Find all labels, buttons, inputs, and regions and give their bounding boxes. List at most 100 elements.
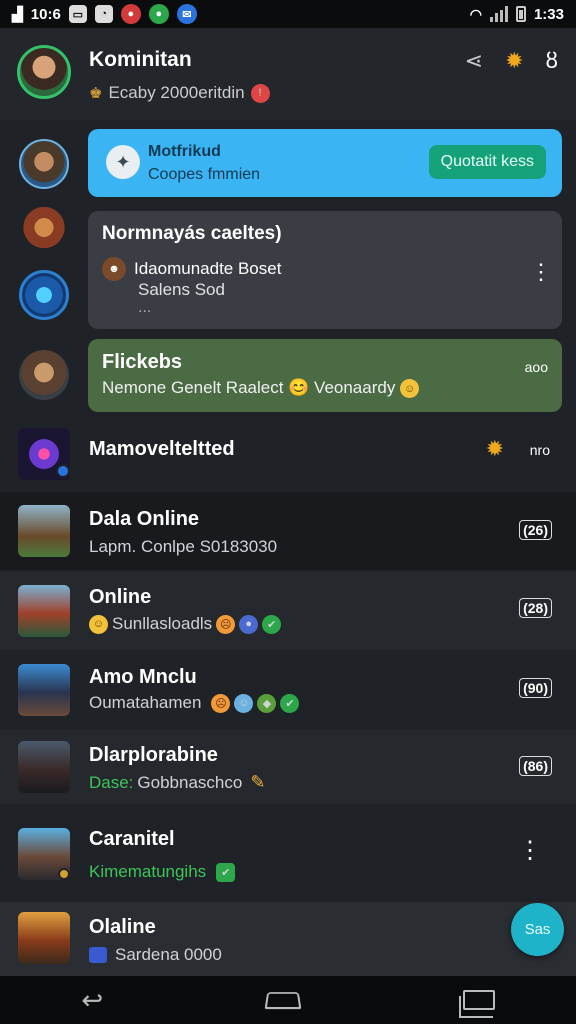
list-item-title: Amo Mnclu xyxy=(89,666,197,688)
character-icon: ☻ xyxy=(102,257,126,281)
info-card[interactable]: Normnayás caeltes) ☻ Idaomunadte Boset S… xyxy=(88,211,562,329)
status-bar: ▟ 10:6 ▭ ◔ ● ● ✉ ◠ 1:33 xyxy=(0,0,576,28)
notification-b-icon: ◔ xyxy=(94,5,113,23)
list-item-subtitle: ☺ Sunllasloadls ☹ ● ✔ xyxy=(89,614,282,634)
battery-icon xyxy=(515,6,526,22)
count-badge: (26) xyxy=(519,520,552,540)
navigation-bar: ↩ xyxy=(0,976,576,1024)
app-header: Kominitan ♚ Ecaby 2000eritdin ! ⋖ ✹ ȣ xyxy=(0,28,576,120)
list-item-title: Dala Online xyxy=(89,508,200,530)
floating-action-button[interactable]: Sas xyxy=(511,903,564,956)
blue-emoji-icon: ● xyxy=(239,614,259,634)
status-left-text: 10:6 xyxy=(30,5,61,23)
list-item-title: Olaline xyxy=(89,916,156,938)
wifi-icon: ◠ xyxy=(469,5,482,22)
profile-avatar[interactable] xyxy=(17,45,71,99)
info-card-line2: Salens Sod xyxy=(138,280,225,299)
list-item-title: Mamovelteltted xyxy=(89,438,235,460)
gear-badge-icon: ✹ xyxy=(485,436,504,461)
smile-emoji-icon: ☺ xyxy=(400,379,420,399)
signal-icon xyxy=(489,6,508,22)
list-item-subtitle-prefix: Dase: xyxy=(89,772,134,792)
game-thumbnail xyxy=(18,664,70,716)
avatar[interactable] xyxy=(19,139,69,189)
gem-emoji-icon: ◆ xyxy=(257,693,277,713)
friends-icon[interactable]: ȣ xyxy=(546,48,558,74)
avatar[interactable] xyxy=(19,270,69,320)
page-title: Kominitan xyxy=(89,48,192,71)
list-item-subtitle-text: Gobbnaschco xyxy=(137,772,243,792)
avatar[interactable] xyxy=(19,350,69,400)
settings-gear-icon[interactable]: ✹ xyxy=(505,48,523,74)
highlight-card[interactable]: Flickebs Nemone Genelt Raalect 😊 Veonaar… xyxy=(88,339,562,412)
online-indicator-icon xyxy=(58,868,70,880)
info-card-line3: ... xyxy=(138,299,152,316)
list-item[interactable]: Olaline Sardena 0000 xyxy=(0,902,576,976)
cool-emoji-icon: ☺ xyxy=(234,693,254,713)
list-item-subtitle-text: Kimematungihs xyxy=(89,862,207,881)
smile-emoji-icon: ☺ xyxy=(89,614,108,634)
more-options-icon[interactable]: ⋮ xyxy=(518,836,542,865)
list-item[interactable]: Caranitel Kimematungihs ✔ ⋮ xyxy=(0,806,576,900)
list-item-subtitle-text: Sardena 0000 xyxy=(115,945,222,964)
clock: 1:33 xyxy=(533,5,564,23)
share-icon[interactable]: ⋖ xyxy=(465,48,483,74)
list-item-meta: nro xyxy=(529,442,550,458)
info-card-line1: Idaomunadte Boset xyxy=(134,259,282,278)
angry-emoji-icon: ☹ xyxy=(211,693,231,713)
list-item-title: Dlarplorabine xyxy=(89,744,218,766)
list-item-subtitle-text: Sunllasloadls xyxy=(112,614,213,633)
header-subtitle-text: Ecaby 2000eritdin xyxy=(108,83,245,102)
highlight-title: Flickebs xyxy=(102,351,183,373)
trophy-icon: ♚ xyxy=(89,85,103,102)
online-indicator-icon xyxy=(56,464,70,478)
count-badge: (90) xyxy=(519,678,552,698)
gallery-icon: ▟ xyxy=(12,5,23,22)
check-emoji-icon: ✔ xyxy=(262,614,282,634)
promo-title: Motfrikud xyxy=(148,143,221,160)
shield-icon: ✦ xyxy=(106,145,140,179)
promo-card[interactable]: ✦ Motfrikud Coopes fmmien Quotatit kess xyxy=(88,129,562,197)
highlight-subtitle: Nemone Genelt Raalect 😊 Veonaardy ☺ xyxy=(102,378,420,399)
list-item-subtitle: Sardena 0000 xyxy=(89,945,222,965)
list-item-subtitle: Kimematungihs ✔ xyxy=(89,862,236,882)
feather-icon: ✎ xyxy=(250,772,266,792)
list-item-subtitle: Oumatahamen ☹ ☺ ◆ ✔ xyxy=(89,693,300,713)
game-thumbnail xyxy=(18,912,70,964)
alert-badge-icon: ! xyxy=(250,83,270,103)
notification-a-icon: ▭ xyxy=(68,5,87,23)
highlight-subtitle-text: Nemone Genelt Raalect 😊 Veonaardy xyxy=(102,378,396,397)
game-thumbnail xyxy=(18,741,70,793)
count-badge: (86) xyxy=(519,756,552,776)
calendar-icon xyxy=(89,947,107,963)
header-subtitle: ♚ Ecaby 2000eritdin ! xyxy=(89,83,270,103)
check-emoji-icon: ✔ xyxy=(216,862,236,882)
list-item[interactable]: Mamovelteltted ✹ nro xyxy=(0,418,576,490)
back-icon[interactable]: ↩ xyxy=(81,985,103,1016)
list-item-subtitle-text: Oumatahamen xyxy=(89,693,202,712)
promo-action-button[interactable]: Quotatit kess xyxy=(428,145,546,179)
list-item[interactable]: Amo Mnclu Oumatahamen ☹ ☺ ◆ ✔ (90) xyxy=(0,652,576,728)
game-thumbnail xyxy=(18,585,70,637)
list-item[interactable]: Online ☺ Sunllasloadls ☹ ● ✔ (28) xyxy=(0,572,576,650)
list-item[interactable]: Dala Online Lapm. Conlpe S0183030 (26) xyxy=(0,492,576,570)
list-item-title: Online xyxy=(89,586,152,608)
check-emoji-icon: ✔ xyxy=(280,693,300,713)
more-options-icon[interactable]: ⋮ xyxy=(530,259,552,285)
info-card-title: Normnayás caeltes) xyxy=(102,223,282,244)
game-thumbnail xyxy=(18,505,70,557)
avatar[interactable] xyxy=(19,205,69,255)
app-green-icon: ● xyxy=(148,4,169,24)
count-badge: (28) xyxy=(519,598,552,618)
list-item-subtitle: Dase: Gobbnaschco ✎ xyxy=(89,772,265,793)
list-item-title: Caranitel xyxy=(89,828,175,850)
list-item-subtitle: Lapm. Conlpe S0183030 xyxy=(89,537,278,556)
info-card-line: ☻ Idaomunadte Boset xyxy=(102,257,281,281)
list-item[interactable]: Dlarplorabine Dase: Gobbnaschco ✎ (86) xyxy=(0,730,576,804)
surprised-emoji-icon: ☹ xyxy=(216,614,236,634)
promo-subtitle: Coopes fmmien xyxy=(148,166,261,183)
highlight-meta: aoo xyxy=(524,359,548,375)
app-red-icon: ● xyxy=(120,4,141,24)
home-icon[interactable] xyxy=(264,992,302,1010)
recent-apps-icon[interactable] xyxy=(458,990,495,1018)
